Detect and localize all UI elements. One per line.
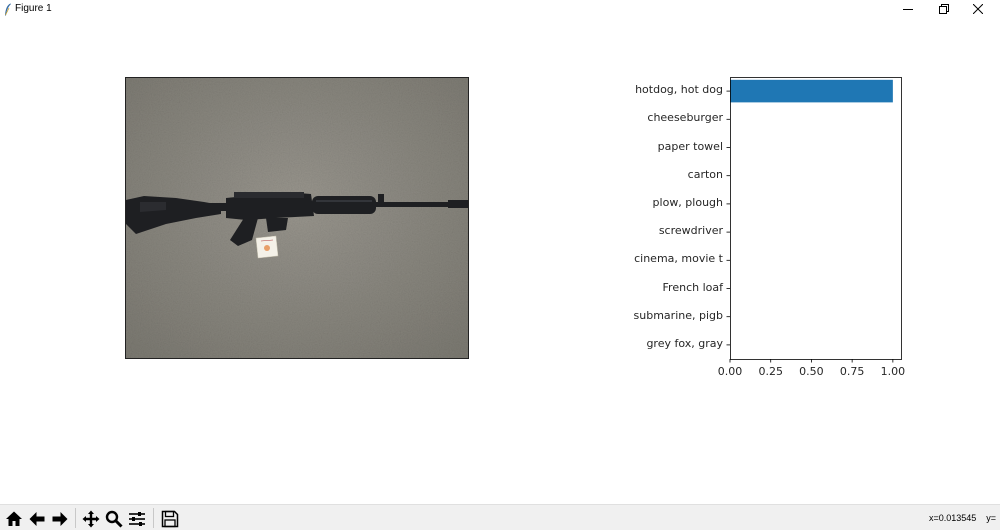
restore-button[interactable]: [927, 0, 961, 18]
configure-subplots-button[interactable]: [126, 508, 148, 529]
ytick-label: submarine, pigb: [633, 308, 723, 322]
zoom-button[interactable]: [103, 508, 125, 529]
back-button[interactable]: [26, 508, 48, 529]
cursor-coordinates: x=0.013545 y=: [928, 513, 996, 523]
restore-icon: [939, 4, 949, 14]
configure-subplots-icon: [129, 511, 145, 526]
forward-button[interactable]: [49, 508, 71, 529]
zoom-icon: [105, 510, 123, 528]
ytick-label: cheeseburger: [647, 111, 723, 125]
home-icon: [6, 511, 22, 526]
title-bar: Figure 1: [0, 0, 1000, 20]
home-button[interactable]: [3, 508, 25, 529]
close-icon: [973, 4, 983, 14]
ytick-label: hotdog, hot dog: [635, 83, 723, 97]
close-button[interactable]: [961, 0, 995, 18]
xtick-label: 1.00: [880, 365, 906, 378]
figure-canvas[interactable]: hotdog, hot dog cheeseburger paper towel ca…: [0, 19, 1000, 504]
pan-icon: [82, 510, 100, 527]
toolbar-separator: [153, 508, 154, 528]
window-title: Figure 1: [15, 3, 52, 14]
feather-icon: [5, 3, 11, 16]
figure-window: Figure 1 hotdog, hot dog cheeseburger pa…: [0, 0, 1000, 530]
back-icon: [29, 511, 45, 526]
minimize-icon: [903, 9, 913, 10]
ytick-label: cinema, movie t: [634, 252, 723, 266]
ytick-label: grey fox, gray: [646, 336, 723, 350]
rifle-photo: [125, 77, 469, 359]
ytick-label: plow, plough: [652, 195, 723, 209]
xtick-label: 0.75: [839, 365, 865, 378]
xtick-label: 0.50: [799, 365, 824, 378]
save-icon: [161, 510, 179, 527]
ytick-label: paper towel: [657, 139, 723, 153]
pan-button[interactable]: [80, 508, 102, 529]
navigation-toolbar: x=0.013545 y=: [0, 504, 1000, 530]
axes-frame: [730, 77, 902, 360]
toolbar-separator: [75, 508, 76, 528]
bar: [730, 79, 893, 103]
save-button[interactable]: [159, 508, 181, 529]
ytick-label: screwdriver: [658, 224, 723, 238]
xtick-label: 0.00: [717, 365, 743, 378]
minimize-button[interactable]: [891, 0, 925, 18]
probability-bar-chart: hotdog, hot dog cheeseburger paper towel ca…: [600, 67, 920, 387]
xtick-label: 0.25: [758, 365, 783, 378]
forward-icon: [52, 511, 68, 526]
ytick-label: carton: [687, 167, 723, 181]
ytick-label: French loaf: [662, 280, 723, 294]
